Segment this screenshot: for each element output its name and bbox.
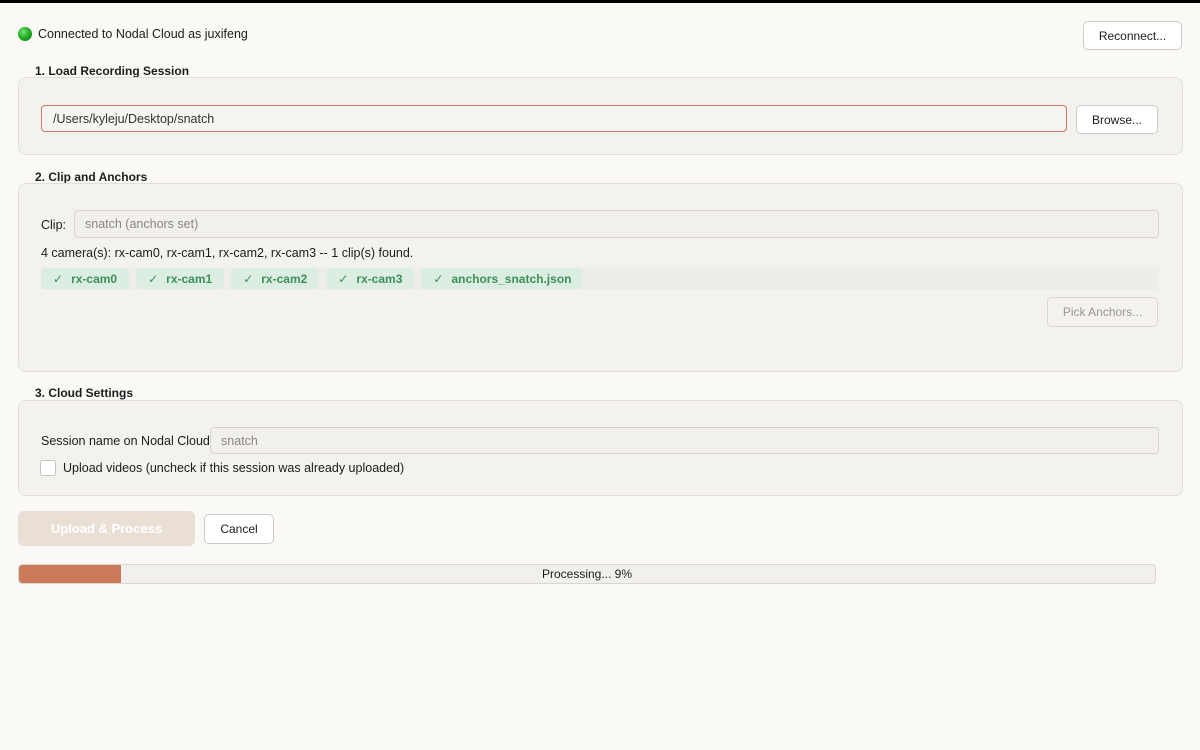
session-name-label: Session name on Nodal Cloud:: [41, 434, 214, 448]
section-title-cloud-settings: 3. Cloud Settings: [35, 386, 134, 400]
chip-label: rx-cam3: [356, 271, 403, 286]
section-title-load-recording: 1. Load Recording Session: [35, 64, 190, 78]
reconnect-button[interactable]: Reconnect...: [1083, 21, 1182, 50]
check-icon: ✓: [53, 271, 64, 286]
progress-text: Processing... 9%: [541, 567, 633, 581]
session-name-placeholder: snatch: [221, 433, 258, 448]
check-icon: ✓: [148, 271, 159, 286]
chip-rx-cam0: ✓ rx-cam0: [41, 268, 130, 289]
chip-label: rx-cam0: [71, 271, 118, 286]
chip-rx-cam3: ✓ rx-cam3: [326, 268, 415, 289]
session-path-input[interactable]: /Users/kyleju/Desktop/snatch: [41, 105, 1067, 132]
session-name-input[interactable]: snatch: [210, 427, 1159, 454]
window-top-edge: [0, 0, 1200, 3]
upload-process-button[interactable]: Upload & Process: [18, 511, 195, 546]
section-title-clip-anchors: 2. Clip and Anchors: [35, 170, 148, 184]
upload-videos-option[interactable]: Upload videos (uncheck if this session w…: [40, 460, 404, 476]
pick-anchors-button[interactable]: Pick Anchors...: [1047, 297, 1158, 327]
connection-status: Connected to Nodal Cloud as juxifeng: [18, 26, 248, 42]
camera-summary: 4 camera(s): rx-cam0, rx-cam1, rx-cam2, …: [41, 246, 414, 260]
clip-value: snatch (anchors set): [85, 217, 199, 231]
browse-button[interactable]: Browse...: [1076, 105, 1158, 134]
processing-progress-bar: Processing... 9%: [18, 564, 1156, 584]
chip-anchors-file: ✓ anchors_snatch.json: [421, 268, 584, 289]
clip-label: Clip:: [41, 218, 67, 232]
status-indicator-icon: [18, 27, 32, 41]
chip-label: rx-cam1: [166, 271, 213, 286]
upload-videos-label: Upload videos (uncheck if this session w…: [63, 461, 405, 475]
chip-label: anchors_snatch.json: [451, 271, 572, 286]
connection-status-text: Connected to Nodal Cloud as juxifeng: [38, 27, 248, 41]
chip-rx-cam2: ✓ rx-cam2: [231, 268, 320, 289]
upload-videos-checkbox[interactable]: [40, 460, 56, 476]
chip-rx-cam1: ✓ rx-cam1: [136, 268, 225, 289]
check-icon: ✓: [433, 271, 444, 286]
clip-select[interactable]: snatch (anchors set): [74, 210, 1159, 238]
check-icon: ✓: [338, 271, 349, 286]
file-chip-list: ✓ rx-cam0 ✓ rx-cam1 ✓ rx-cam2 ✓ rx-cam3 …: [41, 267, 1159, 290]
chip-label: rx-cam2: [261, 271, 308, 286]
session-path-value: /Users/kyleju/Desktop/snatch: [53, 111, 215, 126]
check-icon: ✓: [243, 271, 254, 286]
cancel-button[interactable]: Cancel: [204, 514, 274, 544]
